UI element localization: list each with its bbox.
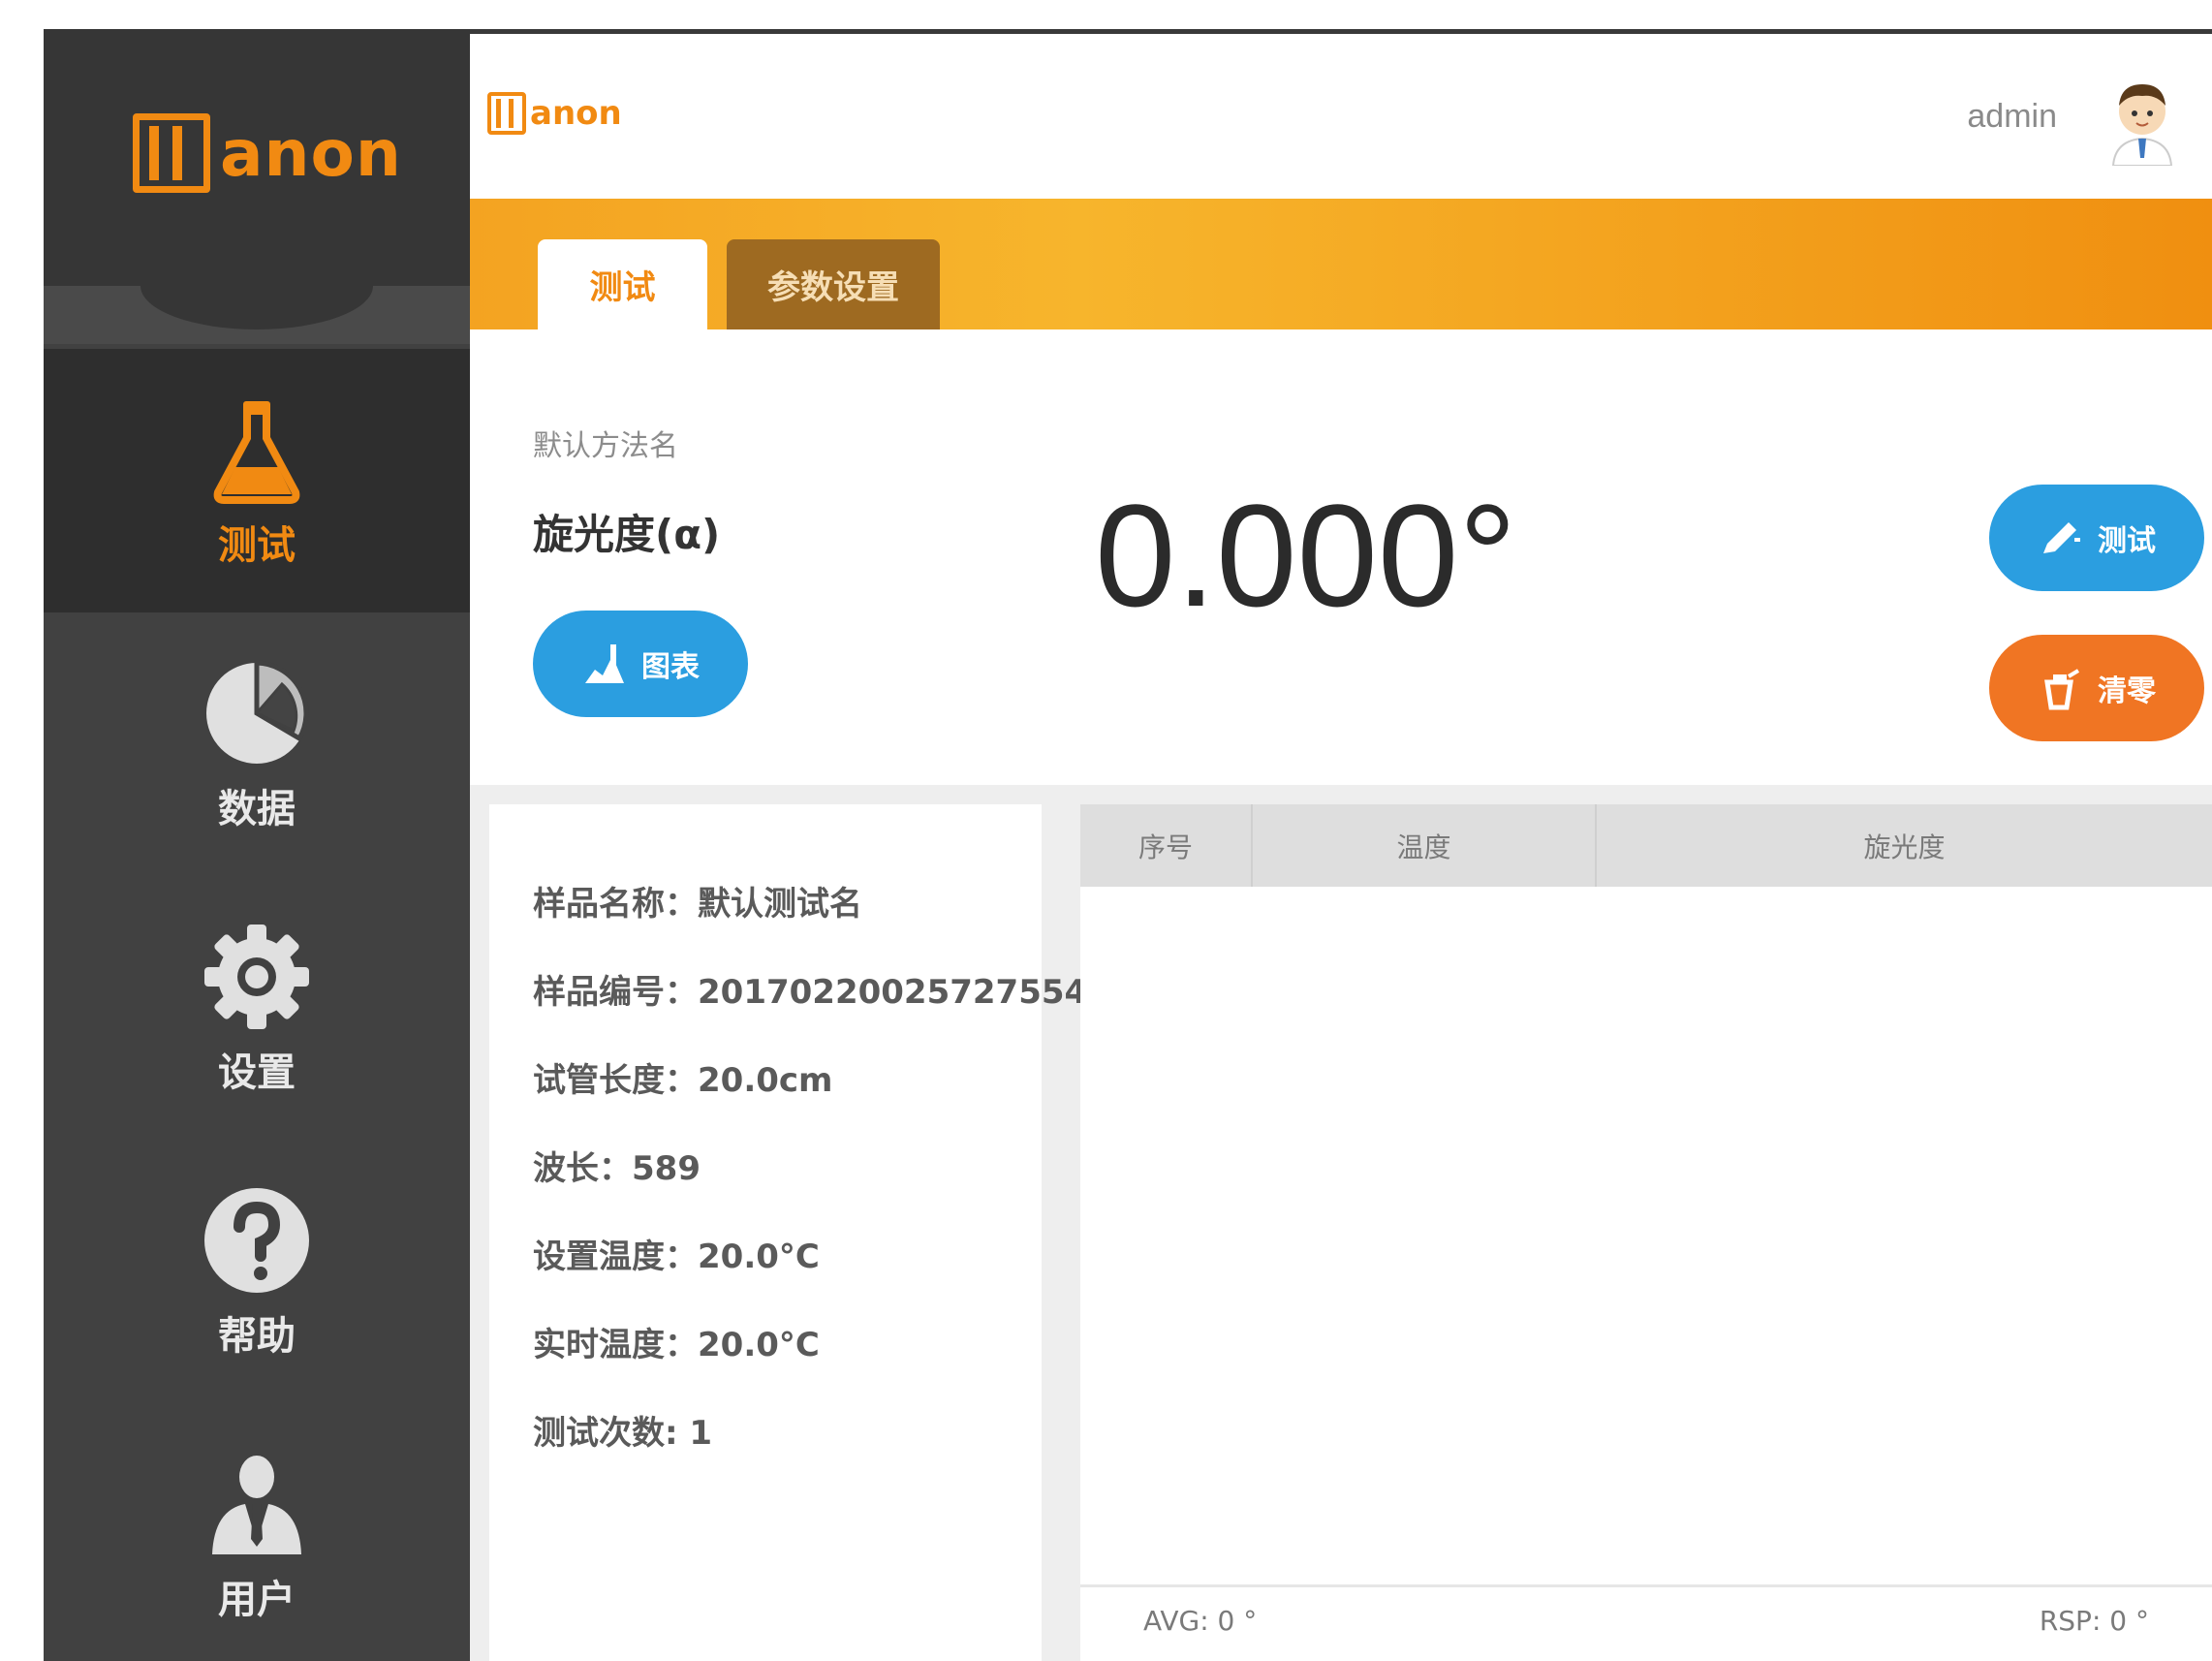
sample-info-panel: 样品名称：默认测试名 样品编号：20170220025727554 试管长度：2… bbox=[489, 804, 1087, 1661]
pen-icon bbox=[2043, 522, 2080, 553]
sidebar-wave-curve bbox=[140, 242, 373, 329]
brand-logo-mark bbox=[133, 113, 210, 193]
sidebar-item-label: 数据 bbox=[218, 787, 296, 831]
sidebar-item-user[interactable]: 用户 bbox=[44, 1403, 470, 1661]
tab-band: 测试 参数设置 bbox=[470, 199, 2212, 329]
sample-name: 样品名称：默认测试名 bbox=[533, 885, 862, 924]
sidebar-logo-area: anon bbox=[44, 29, 470, 344]
results-table-body bbox=[1080, 887, 2212, 1555]
sidebar-item-test[interactable]: 测试 bbox=[44, 349, 470, 612]
chart-button-label: 图表 bbox=[641, 650, 700, 684]
sidebar-item-data[interactable]: 数据 bbox=[44, 612, 470, 876]
app-screen: anon 测试 数据 设置 帮助 用户 anon admin 测试 参数设置 默… bbox=[44, 29, 2212, 1661]
brand-logo: anon bbox=[133, 105, 402, 202]
tube-length: 试管长度：20.0cm bbox=[533, 1061, 833, 1100]
sidebar-item-help[interactable]: 帮助 bbox=[44, 1140, 470, 1403]
gear-icon bbox=[204, 925, 309, 1029]
column-header-temperature[interactable]: 温度 bbox=[1253, 804, 1597, 887]
clear-button[interactable]: 清零 bbox=[1989, 635, 2204, 741]
chart-button[interactable]: 图表 bbox=[533, 611, 748, 717]
sidebar-item-label: 用户 bbox=[218, 1578, 296, 1622]
rotation-reading: 0.000° bbox=[1095, 474, 1517, 637]
test-count: 测试次数: 1 bbox=[533, 1414, 713, 1453]
results-table: 序号 温度 旋光度 AVG: 0 ° RSP: 0 ° bbox=[1080, 804, 2212, 1661]
brand-logo-text: anon bbox=[220, 115, 402, 191]
test-button-label: 测试 bbox=[2098, 524, 2156, 558]
avatar-icon[interactable] bbox=[2102, 77, 2183, 166]
wavelength: 波长：589 bbox=[533, 1149, 701, 1188]
column-header-index[interactable]: 序号 bbox=[1080, 804, 1253, 887]
help-icon bbox=[204, 1188, 309, 1293]
username-label[interactable]: admin bbox=[1967, 98, 2057, 136]
realtime-temperature: 实时温度：20.0°C bbox=[533, 1326, 820, 1364]
measurement-panel: 默认方法名 旋光度(α) 0.000° 图表 测试 清零 bbox=[470, 329, 2212, 785]
chart-icon bbox=[585, 644, 624, 683]
method-caption: 默认方法名 bbox=[533, 429, 678, 463]
tab-parameter-settings[interactable]: 参数设置 bbox=[727, 239, 940, 329]
rsp-value: RSP: 0 ° bbox=[2039, 1605, 2149, 1637]
set-temperature: 设置温度：20.0°C bbox=[533, 1238, 820, 1276]
clear-icon bbox=[2044, 669, 2080, 710]
sample-number: 样品编号：20170220025727554 bbox=[533, 973, 1088, 1012]
column-header-rotation[interactable]: 旋光度 bbox=[1597, 804, 2212, 887]
header-logo-text: anon bbox=[530, 94, 622, 133]
sidebar-item-label: 帮助 bbox=[218, 1314, 296, 1359]
pie-chart-icon bbox=[206, 660, 309, 764]
sidebar-item-label: 设置 bbox=[218, 1050, 296, 1095]
header-logo-mark bbox=[487, 92, 526, 135]
user-icon bbox=[212, 1456, 301, 1554]
sidebar: anon 测试 数据 设置 帮助 用户 bbox=[44, 29, 470, 1661]
flask-icon bbox=[213, 401, 300, 504]
results-table-header: 序号 温度 旋光度 bbox=[1080, 804, 2212, 887]
details-area: 样品名称：默认测试名 样品编号：20170220025727554 试管长度：2… bbox=[470, 785, 2212, 1661]
tab-test[interactable]: 测试 bbox=[538, 239, 707, 329]
header-bar: anon admin bbox=[470, 34, 2212, 199]
test-button[interactable]: 测试 bbox=[1989, 485, 2204, 591]
clear-button-label: 清零 bbox=[2098, 674, 2156, 708]
sidebar-item-settings[interactable]: 设置 bbox=[44, 876, 470, 1140]
method-name: 旋光度(α) bbox=[533, 511, 721, 558]
sidebar-item-label: 测试 bbox=[218, 523, 296, 568]
results-table-footer: AVG: 0 ° RSP: 0 ° bbox=[1080, 1584, 2212, 1661]
avg-value: AVG: 0 ° bbox=[1143, 1605, 1258, 1637]
header-logo: anon bbox=[487, 92, 622, 135]
